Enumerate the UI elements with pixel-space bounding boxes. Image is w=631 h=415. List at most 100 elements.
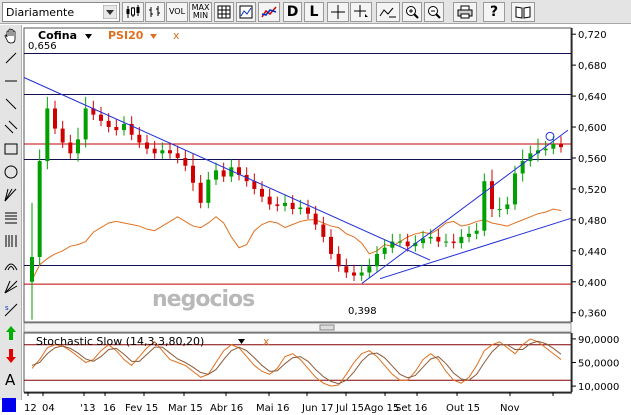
y-axis-tick-label: 0,680 [578,61,607,72]
candle-body [37,161,42,258]
draw-line-button[interactable] [376,2,400,22]
panel-splitter[interactable] [23,322,572,333]
crosshair-cursor-icon [353,5,369,19]
candle-body [329,236,333,254]
candle-body [68,142,73,154]
candle-body [175,153,180,158]
stochastic-title[interactable]: Stochastic Slow (14,3,3,80,20) [36,335,204,348]
color-selector[interactable] [2,398,16,412]
candle-body [551,144,556,149]
candle-body [122,123,126,131]
crosshair-icon [331,5,345,19]
chevron-down-icon [102,4,118,22]
candle-body [444,241,448,243]
candle-body [352,272,356,276]
candle-body [298,207,303,210]
help-label: ? [489,4,499,20]
y-axis-tick-label: 0,560 [578,154,607,165]
x-axis-tick-label: Jul 15 [335,403,364,414]
x-axis-tick-label: '13 [80,403,95,414]
candle-body [482,181,487,231]
crosshair-button[interactable] [327,2,349,22]
candle-body [321,224,326,237]
candle-body [214,170,218,180]
x-axis-tick-label: 12 [24,403,37,414]
stoch-axis-tick-label: 10,0000 [578,382,619,393]
y-axis-tick-label: 0,720 [578,30,607,41]
y-axis-tick-label: 0,480 [578,216,607,227]
splitter-handle[interactable] [319,324,335,331]
candle-body [267,196,272,205]
compare-icon [261,5,277,19]
candle-body [260,188,264,197]
candle-body [137,134,142,143]
y-axis-tick-label: 0,640 [578,92,607,103]
candle-body [198,182,203,203]
period-value: Diariamente [6,5,75,19]
x-axis-tick-label: Abr 16 [210,403,243,414]
candle-body [382,247,387,254]
candle-body [99,114,103,121]
candle-body [513,173,517,205]
min-label: MIN [192,11,209,20]
help-button[interactable]: ? [483,2,505,22]
zoom-out-button[interactable] [424,2,444,22]
log-scale-button[interactable]: L [304,2,324,22]
candle-body [30,257,34,282]
x-axis-tick-label: Set 16 [395,403,427,414]
candle-body [359,272,364,276]
compare-button[interactable] [258,2,280,22]
y-axis-tick-label: 0,360 [578,309,607,320]
candle-body [160,150,165,154]
price-panel[interactable] [23,27,572,323]
printer-icon [457,5,473,19]
low-value-label: 0,398 [348,306,377,317]
candle-body [168,150,172,154]
candle-body [290,202,295,210]
x-axis-tick-label: Ago 15 [364,403,399,414]
x-axis-tick-label: Fev 15 [125,403,158,414]
manual-button[interactable] [511,2,535,22]
grid-icon [217,5,231,19]
candle-body [451,241,456,244]
x-axis-tick-label: 16 [103,403,116,414]
candle-body [467,233,471,237]
remove-compare-icon[interactable]: x [173,29,180,42]
candlestick-chart-button[interactable] [122,2,144,22]
candle-body [83,108,88,140]
volume-button[interactable]: VOL [166,2,188,22]
candlestick-icon [125,5,141,19]
bar-chart-button[interactable] [145,2,165,22]
cursor-crosshair-button[interactable] [350,2,372,22]
log-label: L [309,4,319,20]
candle-body [375,253,379,267]
volume-label: VOL [168,7,186,16]
candle-body [60,128,65,143]
candle-body [106,120,111,128]
period-select[interactable]: Diariamente [2,2,120,22]
indicators-button[interactable] [236,2,256,22]
grid-button[interactable] [214,2,234,22]
candle-body [191,165,195,183]
x-axis-tick-label: Mai 16 [256,403,289,414]
candle-body [206,179,211,203]
candle-body [436,236,441,242]
daily-view-button[interactable]: D [283,2,302,22]
candle-body [543,148,548,151]
remove-indicator-icon[interactable]: x [263,335,270,348]
stoch-axis-tick-label: 50,0000 [578,359,619,370]
stoch-axis-tick-label: 90,0000 [578,335,619,346]
candle-body [405,241,410,247]
watermark-logo: negocios [152,287,255,312]
print-button[interactable] [453,2,477,22]
ohlc-bars-icon [148,5,162,19]
zoom-in-button[interactable] [402,2,422,22]
legend-series-psi20[interactable]: PSI20 [108,29,144,42]
max-min-button[interactable]: MAX MIN [189,2,212,22]
candle-body [76,139,80,154]
daily-label: D [286,4,299,20]
candle-body [398,241,402,243]
candle-body [114,127,119,131]
price-chart-area[interactable]: 0,720 0,680 0,640 0,600 0,560 0,520 0,480 0,440… [0,24,631,415]
y-axis-tick-label: 0,440 [578,247,607,258]
